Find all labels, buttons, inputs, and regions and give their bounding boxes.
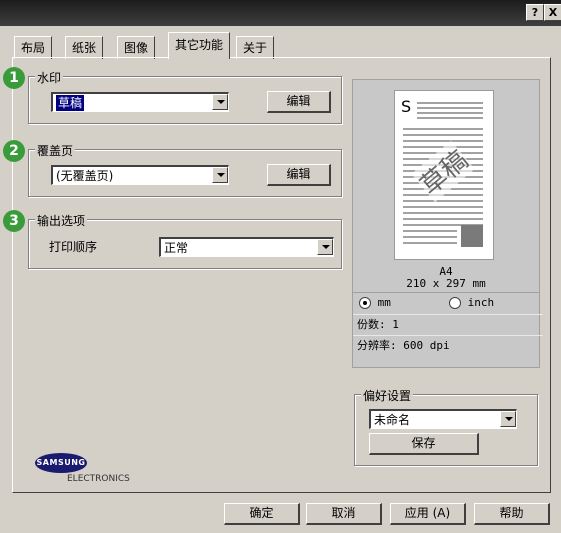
unit-inch-option[interactable]: inch <box>449 293 494 313</box>
chevron-down-icon[interactable] <box>212 167 228 183</box>
tab-label: 布局 <box>21 41 46 55</box>
paper-size: 210 x 297 mm <box>406 277 486 290</box>
chevron-down-icon[interactable] <box>212 94 228 110</box>
output-options-group: 输出选项 打印顺序 正常 <box>28 212 342 269</box>
watermark-group: 水印 草稿 编辑 <box>28 69 342 124</box>
close-icon: X <box>548 6 558 19</box>
samsung-logo: SAMSUNG ELECTRONICS <box>35 453 130 484</box>
watermark-group-label: 水印 <box>35 69 64 86</box>
tab-label: 纸张 <box>72 41 97 55</box>
tab-panel: 1 水印 草稿 编辑 2 覆盖页 (无覆盖页) 编辑 3 输出选项 打印顺序 正… <box>3 57 551 493</box>
tab-layout[interactable]: 布局 <box>14 36 53 59</box>
tab-label: 图像 <box>124 41 149 55</box>
overlay-select-value: (无覆盖页) <box>56 169 114 183</box>
favorites-group-label: 偏好设置 <box>361 387 414 404</box>
cancel-button[interactable]: 取消 <box>306 503 382 525</box>
samsung-logo-sub: ELECTRONICS <box>67 474 130 484</box>
step-badge-1: 1 <box>3 67 25 89</box>
help-title-button[interactable]: ? <box>526 4 544 21</box>
tab-paper[interactable]: 纸张 <box>65 36 104 59</box>
preview-image-block <box>461 225 483 247</box>
favorites-group: 偏好设置 未命名 保存 <box>354 387 538 466</box>
paper-info: A4 210 x 297 mm <box>353 266 539 290</box>
print-order-select[interactable]: 正常 <box>159 237 334 257</box>
favorites-save-button[interactable]: 保存 <box>369 433 479 455</box>
page-preview: S 草稿 A4 210 x 297 mm <box>352 79 540 294</box>
overlay-select[interactable]: (无覆盖页) <box>51 165 229 185</box>
unit-row: mm inch <box>353 293 539 313</box>
radio-icon[interactable] <box>449 297 461 309</box>
preview-page: S 草稿 <box>394 90 494 260</box>
print-order-label: 打印顺序 <box>49 240 98 254</box>
printer-properties-dialog: ? X 布局 纸张 图像 其它功能 关于 1 水印 草稿 编辑 2 覆盖页 (无… <box>0 0 561 533</box>
samsung-logo-mark: SAMSUNG <box>35 453 87 473</box>
tab-label: 其它功能 <box>175 38 224 52</box>
overlay-group-label: 覆盖页 <box>35 142 76 159</box>
tab-about[interactable]: 关于 <box>236 36 275 59</box>
favorites-select[interactable]: 未命名 <box>369 409 517 429</box>
resolution-row: 分辨率: 600 dpi <box>353 335 543 356</box>
tab-label: 关于 <box>243 41 268 55</box>
help-button[interactable]: 帮助 <box>474 503 550 525</box>
close-title-button[interactable]: X <box>544 4 561 21</box>
tab-graphics[interactable]: 图像 <box>117 36 156 59</box>
chevron-down-icon[interactable] <box>317 239 333 255</box>
overlay-edit-button[interactable]: 编辑 <box>267 164 331 186</box>
unit-mm-option[interactable]: mm <box>359 293 391 313</box>
ok-button[interactable]: 确定 <box>224 503 300 525</box>
unit-mm-label: mm <box>377 296 391 309</box>
step-badge-2: 2 <box>3 140 25 162</box>
overlay-group: 覆盖页 (无覆盖页) 编辑 <box>28 142 342 197</box>
print-order-value: 正常 <box>164 241 189 255</box>
title-bar: ? X <box>0 0 561 26</box>
watermark-select-value: 草稿 <box>56 95 85 111</box>
print-info-box: mm inch 份数: 1 分辨率: 600 dpi <box>352 292 543 368</box>
watermark-edit-button[interactable]: 编辑 <box>267 91 331 113</box>
step-badge-3: 3 <box>3 210 25 232</box>
favorites-select-value: 未命名 <box>374 413 411 427</box>
radio-icon[interactable] <box>359 297 371 309</box>
output-options-group-label: 输出选项 <box>35 212 88 229</box>
copies-row: 份数: 1 <box>353 314 543 335</box>
tab-other-features[interactable]: 其它功能 <box>168 32 231 59</box>
apply-button[interactable]: 应用 (A) <box>390 503 466 525</box>
help-icon: ? <box>531 6 539 19</box>
watermark-select[interactable]: 草稿 <box>51 92 229 112</box>
unit-inch-label: inch <box>467 296 495 309</box>
chevron-down-icon[interactable] <box>500 411 516 427</box>
